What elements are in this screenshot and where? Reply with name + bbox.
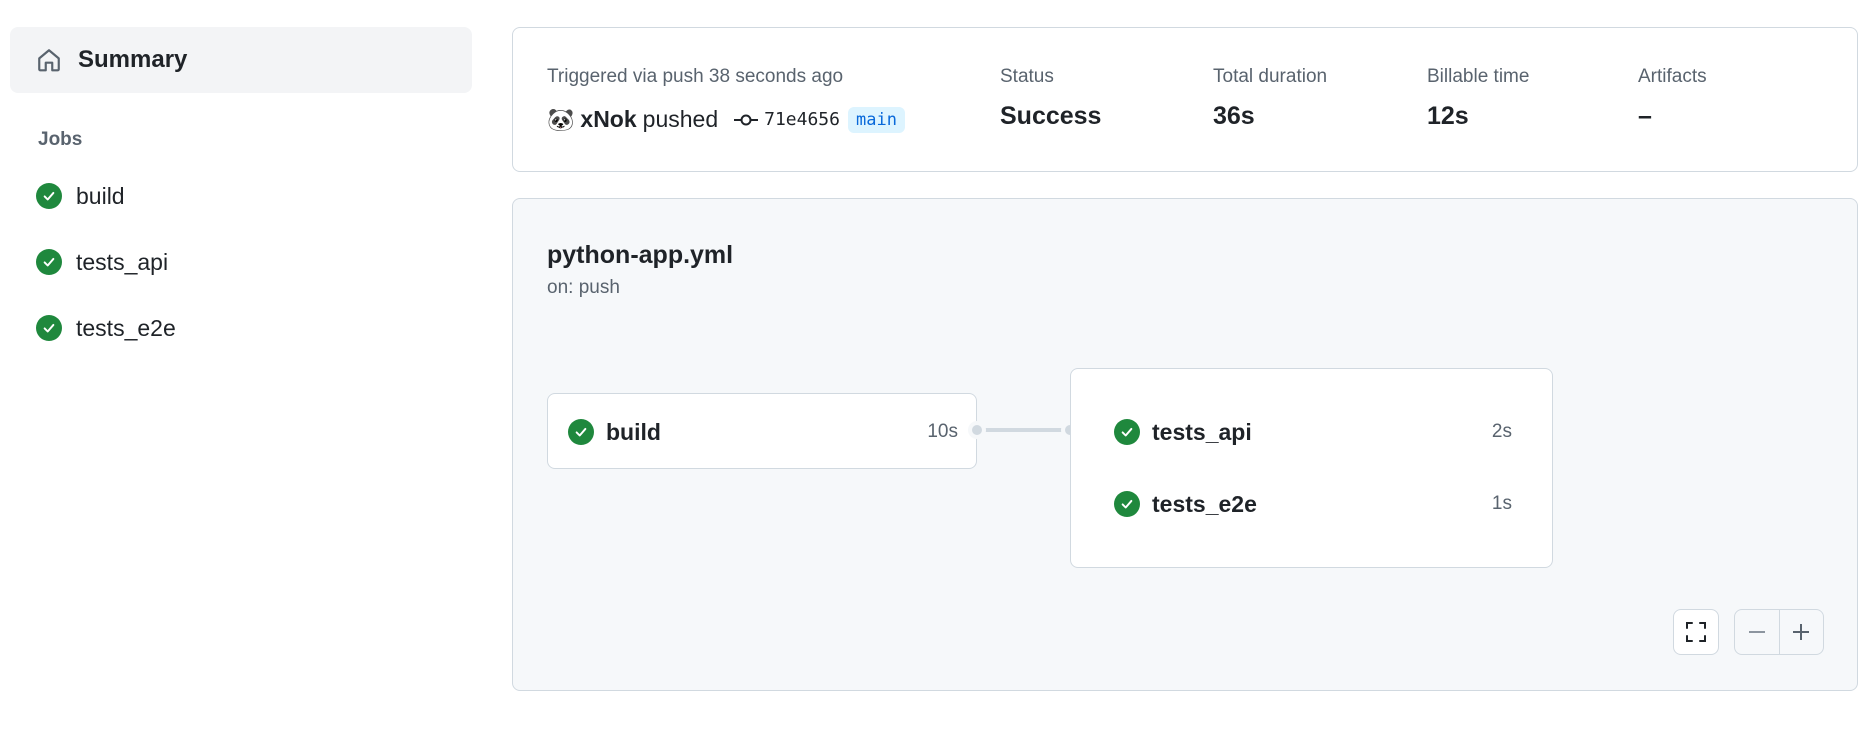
minus-icon — [1747, 622, 1767, 642]
sidebar-item-label: tests_api — [76, 248, 169, 275]
job-duration: 2s — [1491, 421, 1512, 442]
billable-column: Billable time 12s — [1427, 66, 1529, 131]
home-icon — [36, 47, 62, 73]
sidebar-item-label: Summary — [78, 46, 188, 73]
artifacts-column: Artifacts – — [1638, 66, 1707, 131]
fullscreen-button[interactable] — [1673, 609, 1719, 655]
job-node-tests-e2e[interactable]: tests_e2e 1s — [1114, 490, 1512, 518]
git-commit-icon — [734, 112, 759, 128]
check-circle-icon — [36, 315, 62, 341]
sidebar-item-label: build — [76, 182, 125, 209]
workflow-trigger: on: push — [547, 277, 620, 298]
sidebar-item-tests-e2e[interactable]: tests_e2e — [10, 295, 472, 361]
duration-value: 36s — [1213, 102, 1255, 130]
sidebar: Summary Jobs build tests_api tests_e2e — [10, 27, 472, 361]
job-duration: 10s — [927, 421, 958, 442]
job-name: tests_e2e — [1152, 490, 1257, 517]
action-text: pushed — [642, 106, 719, 132]
sidebar-item-tests-api[interactable]: tests_api — [10, 229, 472, 295]
sidebar-item-label: tests_e2e — [76, 314, 176, 341]
billable-value: 12s — [1427, 102, 1469, 130]
connector-dot — [968, 421, 986, 439]
fullscreen-icon — [1684, 620, 1708, 644]
run-summary-card: Triggered via push 38 seconds ago 🐼 xNok… — [512, 27, 1858, 172]
duration-label: Total duration — [1213, 66, 1328, 87]
commit-sha-link[interactable]: 71e4656 — [764, 109, 840, 130]
status-value: Success — [1000, 102, 1102, 130]
workflow-graph: python-app.yml on: push build 10s tests_… — [512, 198, 1858, 691]
check-circle-icon — [36, 183, 62, 209]
avatar[interactable]: 🐼 — [547, 107, 574, 133]
job-duration: 1s — [1491, 493, 1512, 514]
status-label: Status — [1000, 66, 1054, 87]
zoom-controls — [1734, 609, 1824, 655]
billable-label: Billable time — [1427, 66, 1530, 87]
sidebar-item-build[interactable]: build — [10, 163, 472, 229]
zoom-out-button[interactable] — [1735, 610, 1779, 654]
job-node-build[interactable]: build 10s — [568, 418, 958, 446]
artifacts-value: – — [1638, 102, 1652, 130]
check-circle-icon — [1114, 491, 1140, 517]
artifacts-label: Artifacts — [1638, 66, 1707, 87]
check-circle-icon — [568, 419, 594, 445]
job-card-tests-group: tests_api 2s tests_e2e 1s — [1070, 368, 1553, 568]
trigger-text: Triggered via push 38 seconds ago — [547, 66, 844, 87]
check-circle-icon — [36, 249, 62, 275]
job-node-tests-api[interactable]: tests_api 2s — [1114, 418, 1512, 446]
job-name: tests_api — [1152, 418, 1252, 445]
sidebar-item-summary[interactable]: Summary — [10, 27, 472, 93]
actor-link[interactable]: xNok — [580, 106, 636, 133]
workflow-file-title[interactable]: python-app.yml — [547, 241, 733, 270]
zoom-in-button[interactable] — [1778, 610, 1823, 654]
duration-column: Total duration 36s — [1213, 66, 1327, 131]
status-column: Status Success — [1000, 66, 1101, 131]
jobs-heading: Jobs — [38, 129, 83, 150]
check-circle-icon — [1114, 419, 1140, 445]
pusher-row: 🐼 xNok pushed 71e4656 main — [547, 106, 905, 133]
job-name: build — [606, 418, 661, 445]
job-connector-line — [977, 428, 1070, 432]
branch-badge[interactable]: main — [847, 106, 905, 133]
job-card-build[interactable]: build 10s — [547, 393, 977, 469]
plus-icon — [1791, 622, 1811, 642]
